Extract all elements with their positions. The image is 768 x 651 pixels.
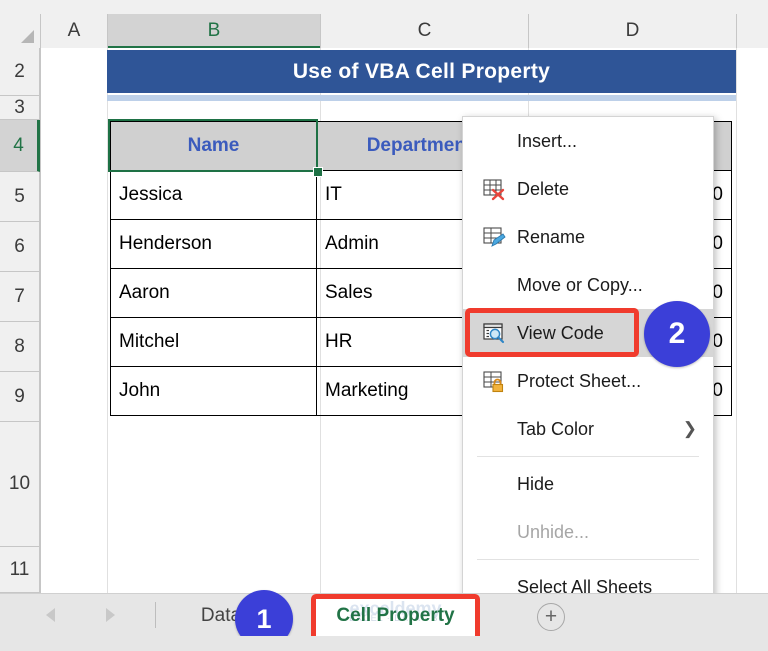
insert-icon — [477, 127, 511, 155]
cell-name[interactable]: Aaron — [110, 268, 317, 318]
grid-line-e — [736, 48, 737, 593]
rename-sheet-icon — [477, 223, 511, 251]
sheet-nav-arrows[interactable] — [38, 605, 128, 625]
column-header-a[interactable]: A — [41, 14, 108, 48]
grid-line-b — [107, 48, 108, 593]
menu-item-rename-label: Rename — [517, 226, 586, 247]
row-header-7[interactable]: 7 — [0, 272, 40, 322]
row-header-3[interactable]: 3 — [0, 96, 40, 120]
column-header-d-label: D — [625, 20, 640, 41]
tab-color-icon — [477, 415, 511, 443]
menu-item-unhide: Unhide... — [463, 508, 713, 556]
new-sheet-label: + — [544, 605, 558, 628]
menu-separator — [477, 559, 699, 560]
excel-worksheet: A B C D 2 3 4 5 6 7 8 9 10 11 Use of VBA… — [0, 0, 768, 651]
row-header-2-label: 2 — [14, 60, 25, 82]
step-badge-2-label: 2 — [668, 317, 686, 350]
move-copy-icon — [477, 271, 511, 299]
fill-handle[interactable] — [313, 167, 323, 177]
column-header-d[interactable]: D — [529, 14, 737, 48]
menu-item-hide-label: Hide — [517, 473, 555, 494]
hide-icon — [477, 470, 511, 498]
cell-name[interactable]: Henderson — [110, 219, 317, 269]
row-header-5[interactable]: 5 — [0, 172, 40, 222]
menu-item-delete[interactable]: Delete — [463, 165, 713, 213]
top-strip — [0, 0, 768, 14]
menu-item-rename[interactable]: Rename — [463, 213, 713, 261]
row-header-9-label: 9 — [14, 385, 25, 407]
menu-item-insert[interactable]: Insert... — [463, 117, 713, 165]
bottom-strip — [0, 636, 768, 651]
tab-divider — [155, 602, 156, 628]
unhide-icon — [477, 518, 511, 546]
select-all-corner[interactable] — [0, 14, 41, 48]
banner-underline — [107, 95, 736, 101]
protect-sheet-icon — [477, 367, 511, 395]
row-header-9[interactable]: 9 — [0, 372, 40, 422]
chevron-right-icon: ❯ — [682, 419, 697, 438]
row-header-8-label: 8 — [14, 335, 25, 357]
row-header-11[interactable]: 11 — [0, 547, 40, 593]
row-header-10[interactable]: 10 — [0, 422, 40, 547]
worksheet-title-banner: Use of VBA Cell Property — [107, 50, 736, 93]
step-badge-1-label: 1 — [256, 603, 272, 634]
row-header-4[interactable]: 4 — [0, 120, 40, 172]
nav-previous-icon[interactable] — [46, 608, 55, 622]
menu-item-protect-sheet-label: Protect Sheet... — [517, 370, 642, 391]
column-header-c-label: C — [417, 20, 432, 41]
delete-sheet-icon — [477, 175, 511, 203]
select-all-triangle-icon — [21, 30, 34, 43]
menu-separator — [477, 456, 699, 457]
cell-name[interactable]: John — [110, 366, 317, 416]
column-header-c[interactable]: C — [321, 14, 529, 48]
row-header-5-label: 5 — [14, 185, 25, 207]
highlight-box-view-code — [465, 308, 639, 357]
row-header-8[interactable]: 8 — [0, 322, 40, 372]
column-header-a-label: A — [67, 20, 81, 41]
row-header-4-label: 4 — [13, 134, 24, 156]
row-header-3-label: 3 — [14, 96, 25, 118]
menu-item-hide[interactable]: Hide — [463, 460, 713, 508]
menu-item-insert-label: Insert... — [517, 130, 578, 151]
cell-name[interactable]: Jessica — [110, 170, 317, 220]
column-header-bar: A B C D — [0, 14, 768, 49]
row-header-7-label: 7 — [14, 285, 25, 307]
menu-item-delete-label: Delete — [517, 178, 570, 199]
page-title: Use of VBA Cell Property — [292, 59, 551, 83]
row-header-6-label: 6 — [14, 235, 25, 257]
row-header-2[interactable]: 2 — [0, 48, 40, 96]
column-header-b-label: B — [207, 20, 221, 41]
row-header-6[interactable]: 6 — [0, 222, 40, 272]
menu-item-tab-color[interactable]: Tab Color ❯ — [463, 405, 713, 453]
row-header-11-label: 11 — [9, 558, 30, 580]
cell-name[interactable]: Mitchel — [110, 317, 317, 367]
sheet-tab-cell-property-label: Cell Property — [336, 604, 455, 626]
row-header-10-label: 10 — [8, 473, 31, 494]
new-sheet-button[interactable]: + — [537, 603, 565, 631]
menu-item-tab-color-label: Tab Color — [517, 418, 595, 439]
menu-item-move-or-copy-label: Move or Copy... — [517, 274, 643, 295]
nav-next-icon[interactable] — [106, 608, 115, 622]
table-header-name[interactable]: Name — [110, 121, 317, 171]
step-badge-2: 2 — [644, 301, 710, 367]
menu-item-unhide-label: Unhide... — [517, 521, 590, 542]
column-header-b[interactable]: B — [108, 14, 321, 49]
